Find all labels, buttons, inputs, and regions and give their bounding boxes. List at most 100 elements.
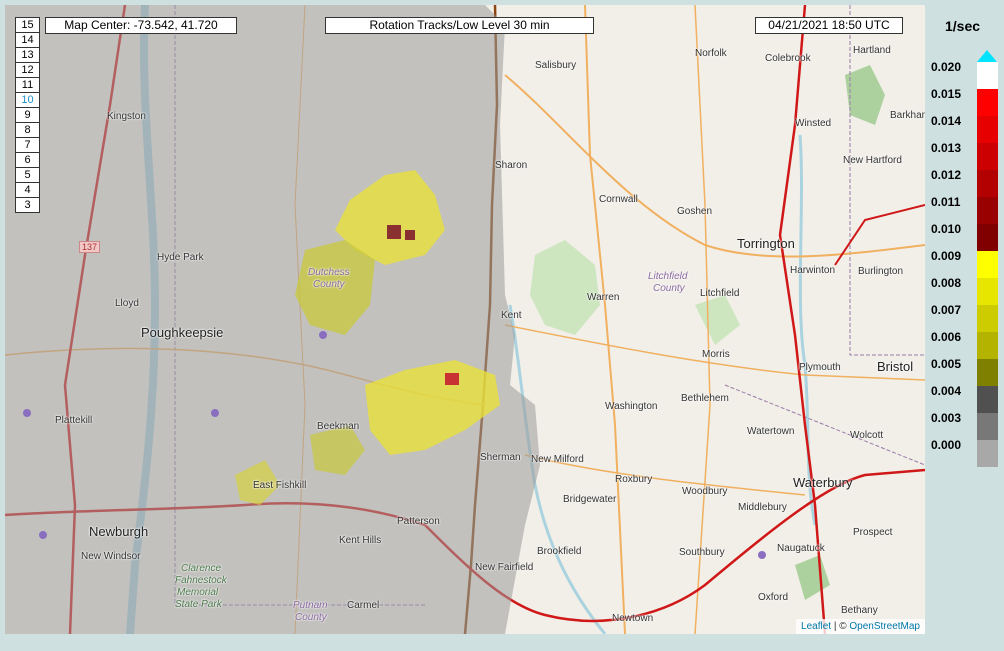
city-label: Poughkeepsie <box>141 325 224 340</box>
zoom-level-13[interactable]: 13 <box>15 47 40 62</box>
place-label: Kent <box>501 310 522 321</box>
zoom-level-6[interactable]: 6 <box>15 152 40 167</box>
map-view[interactable]: Salisbury Norfolk Colebrook Hartland Kingsto… <box>5 5 925 634</box>
place-label: Washington <box>605 401 658 412</box>
place-label: Sharon <box>495 160 528 171</box>
zoom-level-5[interactable]: 5 <box>15 167 40 182</box>
place-label: New Milford <box>531 454 584 465</box>
legend-value: 0.006 <box>931 330 962 344</box>
park-label: Fahnestock <box>175 575 227 586</box>
legend-value: 0.008 <box>931 276 962 290</box>
place-label: Prospect <box>853 527 893 538</box>
legend-swatch <box>977 413 998 440</box>
place-label: Litchfield <box>700 288 740 299</box>
place-label: Bethany <box>841 605 878 616</box>
legend-value: 0.004 <box>931 384 962 398</box>
legend-value: 0.013 <box>931 141 962 155</box>
zoom-level-14[interactable]: 14 <box>15 32 40 47</box>
legend-row: 0.012 <box>925 168 1004 197</box>
basemap-layer <box>5 5 925 634</box>
zoom-level-selector[interactable]: 15 14 13 12 11 10 9 8 7 6 5 4 3 <box>15 17 40 213</box>
county-label: Dutchess <box>308 267 350 278</box>
place-label: New Fairfield <box>475 562 534 573</box>
legend-row: 0.008 <box>925 276 1004 305</box>
legend-swatch <box>977 143 998 170</box>
datetime-label: 04/21/2021 18:50 UTC <box>755 17 903 34</box>
park-label: State Park <box>175 599 222 610</box>
zoom-level-4[interactable]: 4 <box>15 182 40 197</box>
legend-value: 0.020 <box>931 60 962 74</box>
legend-row: 0.000 <box>925 438 1004 467</box>
place-label: Plymouth <box>799 362 841 373</box>
legend-row: 0.010 <box>925 222 1004 251</box>
legend-value: 0.009 <box>931 249 962 263</box>
legend-swatch <box>977 251 998 278</box>
legend-value: 0.007 <box>931 303 962 317</box>
legend-swatch <box>977 359 998 386</box>
legend-row: 0.014 <box>925 114 1004 143</box>
legend-swatch <box>977 62 998 89</box>
place-label: Newtown <box>612 613 654 624</box>
place-label: Lloyd <box>115 298 139 309</box>
openstreetmap-link[interactable]: OpenStreetMap <box>849 621 920 632</box>
place-label: Bridgewater <box>563 494 617 505</box>
place-label: Warren <box>587 292 620 303</box>
place-label: Bethlehem <box>681 393 729 404</box>
place-label: Brookfield <box>537 546 582 557</box>
legend-row: 0.006 <box>925 330 1004 359</box>
city-label: Bristol <box>877 359 914 374</box>
place-label: Winsted <box>795 118 832 129</box>
place-label: Watertown <box>747 426 795 437</box>
county-label: County <box>295 612 327 623</box>
place-label: New Windsor <box>81 551 141 562</box>
legend-value: 0.005 <box>931 357 962 371</box>
legend-value: 0.011 <box>931 195 961 209</box>
place-label: Hartland <box>853 45 891 56</box>
place-label: Patterson <box>397 516 440 527</box>
route-shield: 137 <box>79 241 101 253</box>
zoom-level-8[interactable]: 8 <box>15 122 40 137</box>
attribution-separator: | © <box>831 621 850 632</box>
leaflet-link[interactable]: Leaflet <box>801 621 831 632</box>
legend-row: 0.009 <box>925 249 1004 278</box>
legend-swatch <box>977 197 998 224</box>
city-label: Newburgh <box>89 524 149 539</box>
legend-value: 0.014 <box>931 114 962 128</box>
place-label: Kingston <box>107 111 146 122</box>
legend-row: 0.003 <box>925 411 1004 440</box>
county-label: County <box>313 279 345 290</box>
legend-row: 0.011 <box>925 195 1004 224</box>
legend-swatch <box>977 386 998 413</box>
place-label: Oxford <box>758 592 789 603</box>
zoom-level-15[interactable]: 15 <box>15 17 40 32</box>
county-label: Litchfield <box>648 271 688 282</box>
place-label: Plattekill <box>55 415 93 426</box>
place-label: New Hartford <box>843 155 902 166</box>
place-label: Sherman <box>480 452 521 463</box>
zoom-level-10[interactable]: 10 <box>15 92 40 107</box>
legend-value: 0.010 <box>931 222 962 236</box>
zoom-level-9[interactable]: 9 <box>15 107 40 122</box>
zoom-level-7[interactable]: 7 <box>15 137 40 152</box>
place-label: Colebrook <box>765 53 811 64</box>
legend-value: 0.000 <box>931 438 962 452</box>
place-label: Salisbury <box>535 60 577 71</box>
city-label: Waterbury <box>793 475 853 490</box>
legend-row: 0.013 <box>925 141 1004 170</box>
legend-swatch <box>977 170 998 197</box>
legend-swatch <box>977 305 998 332</box>
zoom-level-12[interactable]: 12 <box>15 62 40 77</box>
product-title: Rotation Tracks/Low Level 30 min <box>325 17 594 34</box>
place-label: Naugatuck <box>777 543 825 554</box>
legend-top-arrow <box>977 50 997 62</box>
place-label: Barkhamsted <box>890 110 925 121</box>
legend-swatch <box>977 116 998 143</box>
zoom-level-3[interactable]: 3 <box>15 197 40 213</box>
place-label: Wolcott <box>850 430 884 441</box>
county-label: County <box>653 283 685 294</box>
place-label: Southbury <box>679 547 725 558</box>
legend-swatch <box>977 89 998 116</box>
park-label: Clarence <box>181 563 222 574</box>
legend-row: 0.005 <box>925 357 1004 386</box>
zoom-level-11[interactable]: 11 <box>15 77 40 92</box>
